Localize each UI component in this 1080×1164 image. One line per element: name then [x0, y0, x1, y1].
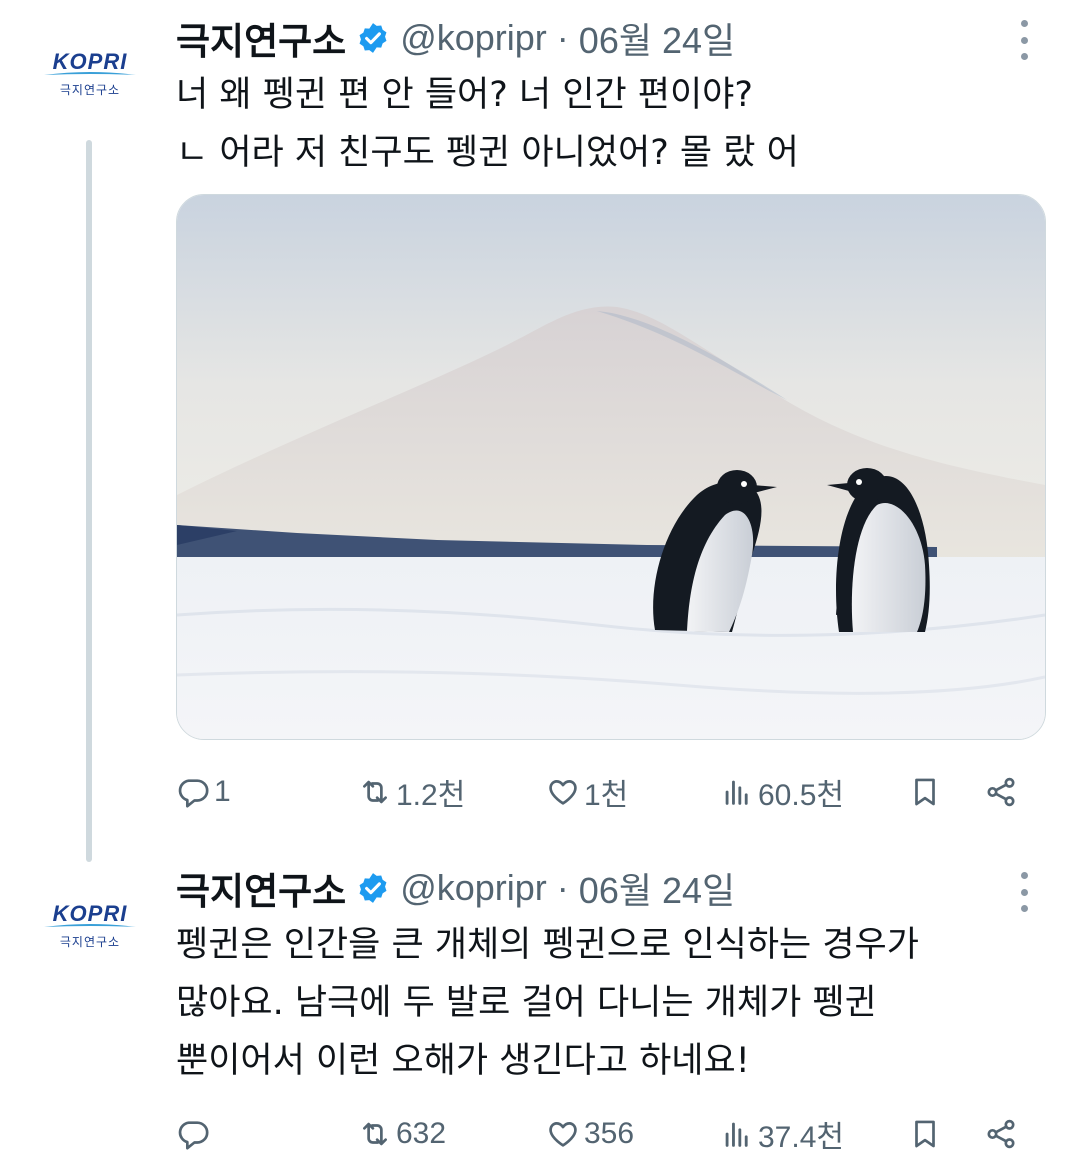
bookmark-icon	[915, 1120, 935, 1148]
views-button[interactable]: 60.5천	[720, 770, 844, 814]
views-count: 60.5천	[758, 779, 844, 812]
like-button[interactable]: 1천	[546, 770, 628, 814]
views-icon	[725, 1122, 748, 1147]
tweet-text: 펭귄은 인간을 큰 개체의 펭귄으로 인식하는 경우가 많아요. 남극에 두 발…	[176, 925, 919, 1081]
like-icon	[549, 780, 577, 805]
tweet-header: 극지연구소 @kopripr · 06월 24일	[176, 860, 735, 916]
retweet-icon	[363, 1122, 387, 1146]
author-handle[interactable]: @kopripr	[400, 17, 547, 59]
retweet-count: 632	[396, 1117, 447, 1150]
header-separator: ·	[556, 867, 569, 908]
like-icon	[549, 1122, 577, 1147]
kopri-logo-subtitle: 극지연구소	[59, 934, 121, 949]
author-avatar[interactable]: KOPRI 극지연구소	[30, 34, 150, 114]
reply-button[interactable]	[176, 1112, 214, 1156]
share-button[interactable]	[984, 1112, 1018, 1156]
tweet-actions: 632 356 37.4천	[176, 1112, 1036, 1156]
bookmark-button[interactable]	[908, 1112, 942, 1156]
share-icon	[987, 777, 1015, 807]
tweet-header: 극지연구소 @kopripr · 06월 24일	[176, 10, 735, 66]
thread-connector-line	[86, 140, 92, 862]
tweet-date[interactable]: 06월 24일	[579, 12, 735, 64]
kopri-logo-text: KOPRI	[52, 900, 128, 926]
reply-count: 1	[214, 775, 231, 808]
like-count: 356	[584, 1117, 635, 1150]
bookmark-icon	[915, 778, 935, 806]
reply-button[interactable]: 1	[176, 770, 231, 814]
retweet-button[interactable]: 1.2천	[358, 770, 465, 814]
tweet-actions: 1 1.2천 1천 60.5천	[176, 770, 1036, 814]
share-button[interactable]	[984, 770, 1018, 814]
tweet-text: 너 왜 펭귄 편 안 들어? 너 인간 편이야? ㄴ 어라 저 친구도 펭귄 아…	[176, 75, 799, 173]
share-icon	[987, 1119, 1015, 1149]
verified-badge-icon	[359, 23, 387, 53]
retweet-count: 1.2천	[396, 779, 466, 812]
kopri-logo-text: KOPRI	[52, 48, 128, 74]
views-button[interactable]: 37.4천	[720, 1112, 844, 1156]
reply-icon	[178, 779, 209, 808]
like-button[interactable]: 356	[546, 1112, 634, 1156]
more-icon[interactable]	[1012, 20, 1036, 60]
retweet-icon	[363, 780, 387, 804]
like-count: 1천	[584, 779, 629, 812]
author-handle[interactable]: @kopripr	[400, 867, 547, 909]
tweet-image[interactable]	[176, 194, 1046, 740]
reply-icon	[178, 1121, 209, 1150]
verified-badge-icon	[359, 873, 387, 903]
tweet-date[interactable]: 06월 24일	[579, 862, 735, 914]
header-separator: ·	[556, 17, 569, 58]
more-icon[interactable]	[1012, 872, 1036, 912]
retweet-button[interactable]: 632	[358, 1112, 446, 1156]
views-icon	[725, 780, 748, 805]
views-count: 37.4천	[758, 1121, 844, 1154]
two-penguins-on-snow-image	[177, 195, 1045, 739]
kopri-logo-subtitle: 극지연구소	[59, 82, 121, 97]
author-avatar[interactable]: KOPRI 극지연구소	[30, 886, 150, 966]
author-name[interactable]: 극지연구소	[176, 861, 346, 915]
author-name[interactable]: 극지연구소	[176, 11, 346, 65]
bookmark-button[interactable]	[908, 770, 942, 814]
